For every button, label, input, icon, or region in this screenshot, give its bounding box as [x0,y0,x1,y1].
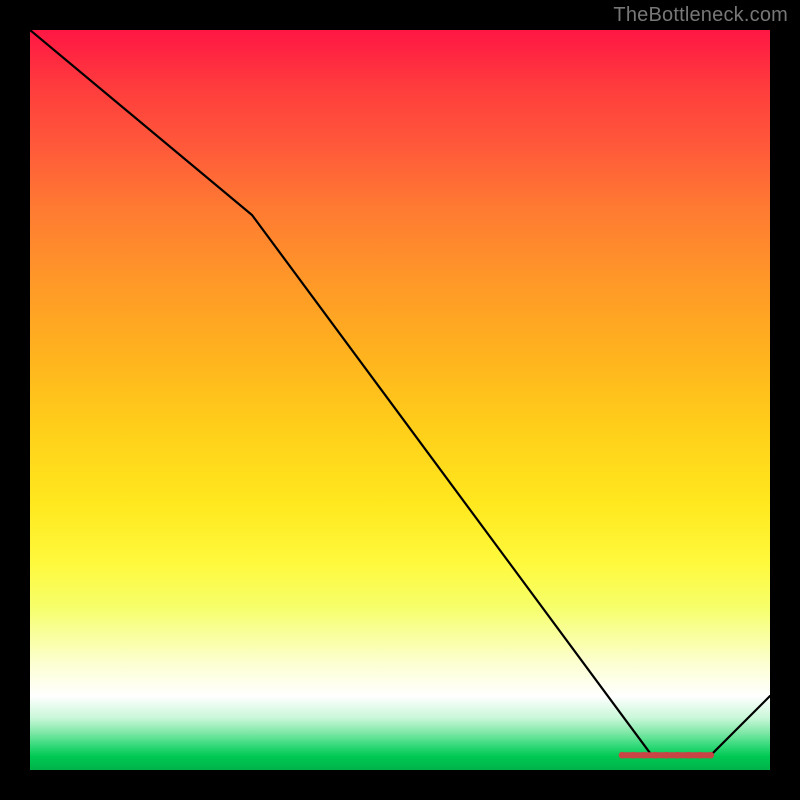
highlight-dot [696,752,703,759]
highlight-dot [630,752,637,759]
plot-area [30,30,770,770]
highlight-dot [652,752,659,759]
highlight-dot [685,752,692,759]
highlight-dot [663,752,670,759]
highlight-dot [708,752,715,759]
curve-layer [30,30,770,770]
highlight-dots [619,752,714,759]
highlight-dot [641,752,648,759]
highlight-dot [619,752,626,759]
watermark-text: TheBottleneck.com [613,4,788,27]
chart-container: TheBottleneck.com [0,0,800,800]
bottleneck-curve [30,30,770,755]
highlight-dot [674,752,681,759]
